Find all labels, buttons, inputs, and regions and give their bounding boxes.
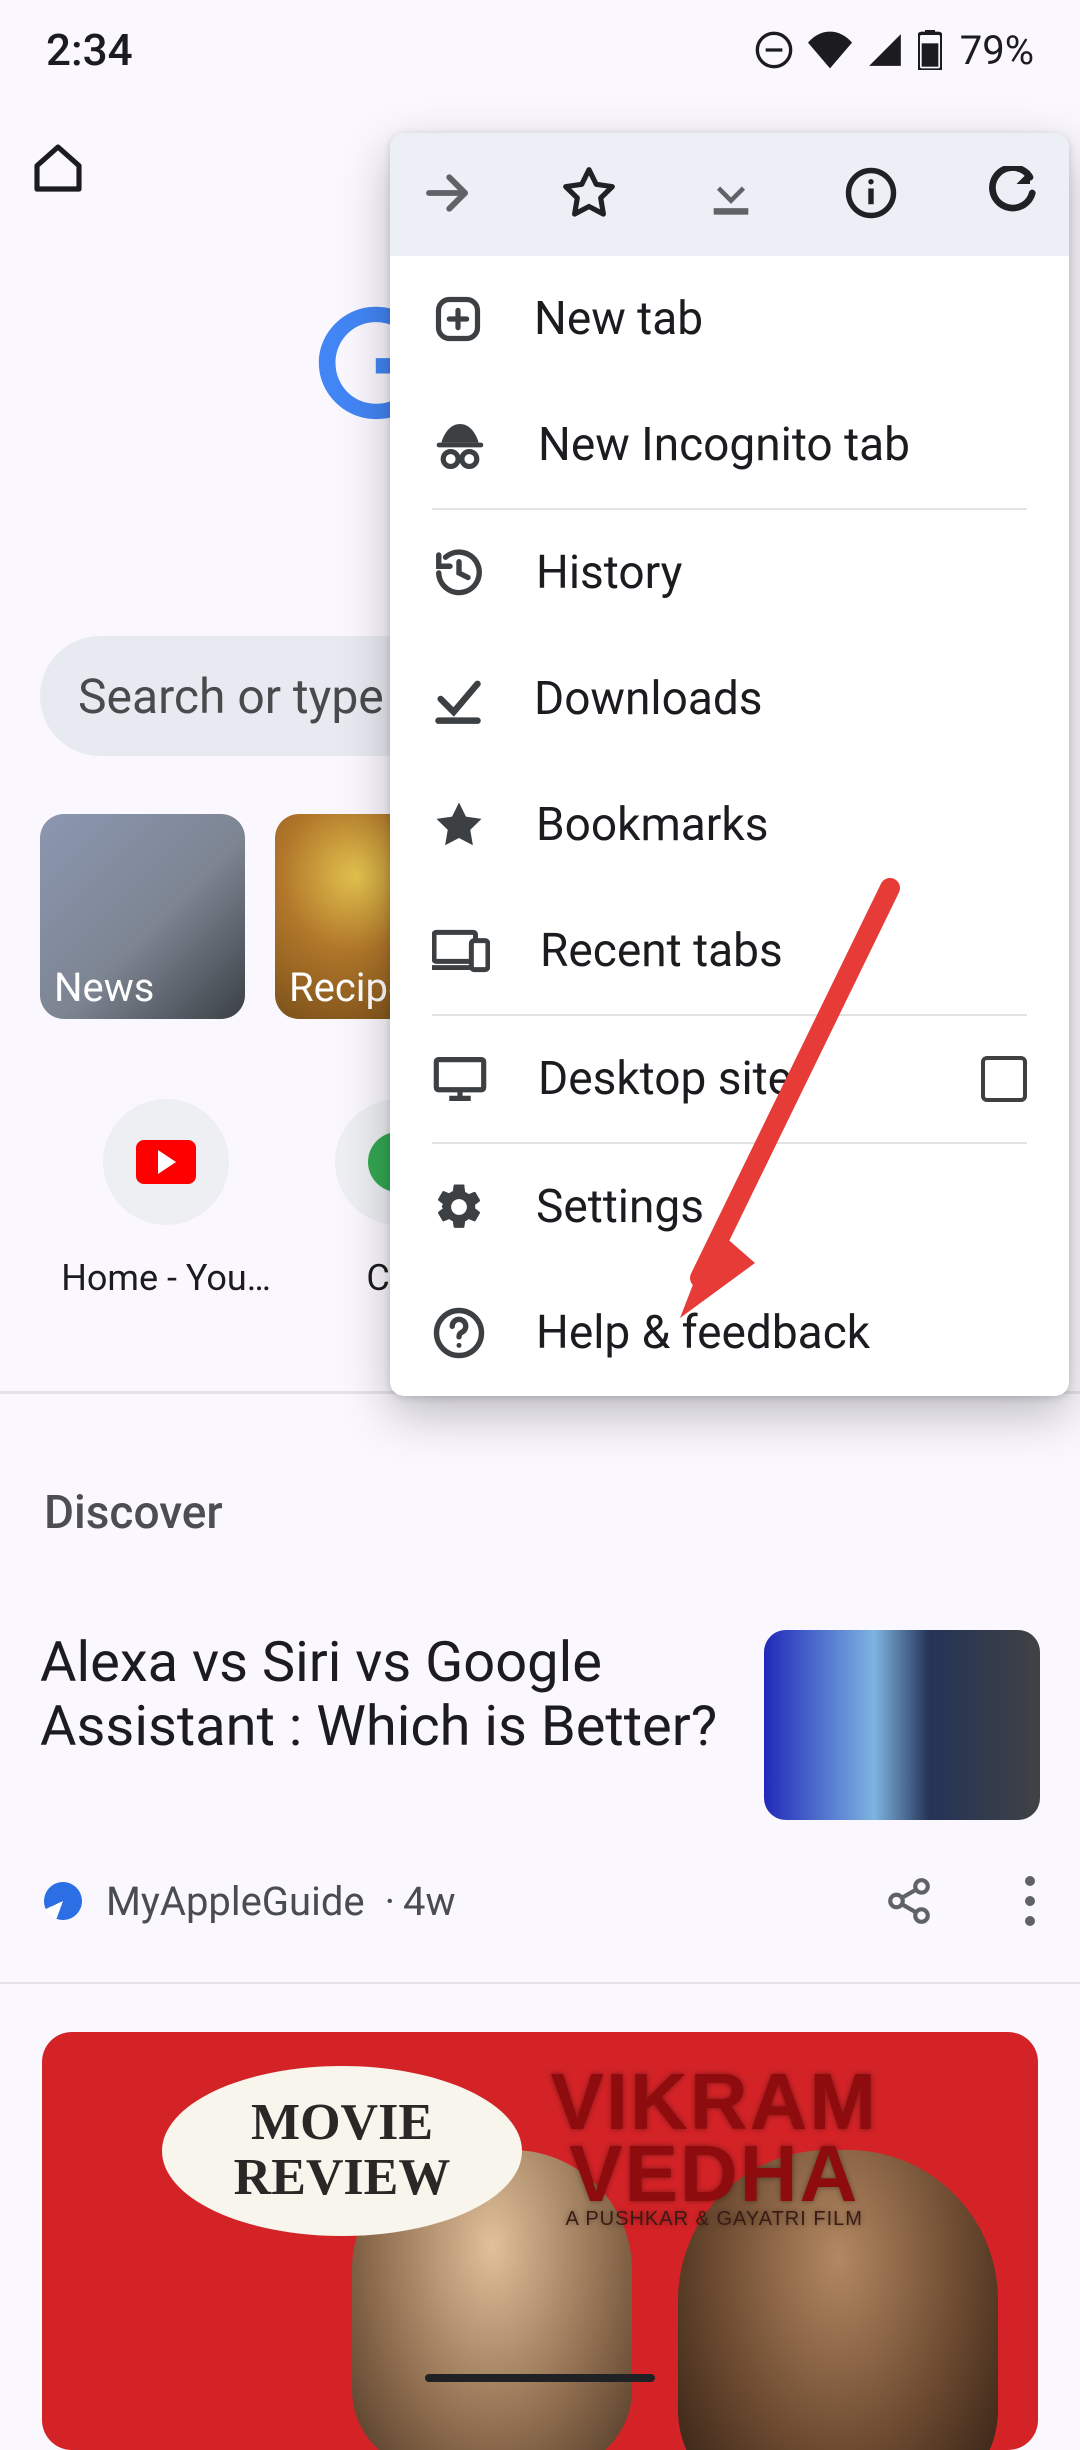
hero-title-line2: VEDHA: [550, 2138, 878, 2210]
overflow-menu: New tab New Incognito tab History Downlo…: [390, 133, 1069, 1396]
menu-label: Help & feedback: [536, 1306, 870, 1360]
gear-icon: [432, 1180, 486, 1234]
shortcut-youtube[interactable]: Home - You…: [50, 1099, 282, 1299]
feed-card[interactable]: Alexa vs Siri vs Google Assistant : Whic…: [40, 1630, 1040, 1820]
menu-desktop-site[interactable]: Desktop site: [390, 1016, 1069, 1142]
forward-icon: [420, 166, 474, 220]
menu-recent-tabs[interactable]: Recent tabs: [390, 888, 1069, 1014]
youtube-icon: [136, 1140, 196, 1184]
menu-label: New Incognito tab: [538, 418, 910, 472]
desktop-icon: [432, 1054, 488, 1104]
do-not-disturb-icon: [754, 30, 794, 70]
menu-label: Settings: [536, 1180, 704, 1234]
devices-icon: [432, 926, 490, 976]
reload-icon: [985, 166, 1039, 220]
battery-percentage: 79%: [960, 27, 1034, 74]
cellular-icon: [866, 31, 904, 69]
menu-downloads[interactable]: Downloads: [390, 636, 1069, 762]
bubble-line2: REVIEW: [234, 2151, 451, 2206]
feed-card-hero[interactable]: MOVIE REVIEW VIKRAM VEDHA A PUSHKAR & GA…: [42, 2032, 1038, 2450]
info-button[interactable]: [844, 166, 898, 224]
desktop-site-checkbox[interactable]: [981, 1056, 1027, 1102]
overflow-iconbar: [390, 133, 1069, 256]
download-button[interactable]: [705, 167, 757, 223]
feed-card-source: MyAppleGuide: [106, 1878, 365, 1925]
hero-bubble: MOVIE REVIEW: [162, 2066, 522, 2236]
bookmark-button[interactable]: [561, 165, 617, 225]
menu-label: History: [536, 546, 682, 600]
wifi-icon: [808, 30, 852, 70]
search-placeholder: Search or type w: [78, 668, 432, 725]
forward-button[interactable]: [420, 166, 474, 224]
hero-subtitle: A PUSHKAR & GAYATRI FILM: [550, 2210, 878, 2228]
hero-title: VIKRAM VEDHA A PUSHKAR & GAYATRI FILM: [550, 2066, 878, 2228]
help-icon: [432, 1306, 486, 1360]
status-bar: 2:34 79%: [0, 0, 1080, 100]
new-tab-icon: [432, 293, 484, 345]
menu-label: Downloads: [534, 672, 763, 726]
check-underline-icon: [432, 673, 484, 725]
share-icon[interactable]: [884, 1876, 934, 1926]
tile-label: News: [54, 964, 154, 1011]
tile-news[interactable]: News: [40, 814, 245, 1019]
shortcut-icon-wrap: [103, 1099, 229, 1225]
incognito-icon: [432, 417, 488, 473]
menu-history[interactable]: History: [390, 510, 1069, 636]
feed-card-title: Alexa vs Siri vs Google Assistant : Whic…: [40, 1630, 724, 1820]
menu-help[interactable]: Help & feedback: [390, 1270, 1069, 1396]
dot-separator: ·: [385, 1878, 395, 1925]
hero-title-line1: VIKRAM: [550, 2066, 878, 2138]
bubble-line1: MOVIE: [251, 2096, 433, 2151]
source-icon: [39, 1877, 88, 1926]
menu-settings[interactable]: Settings: [390, 1144, 1069, 1270]
battery-icon: [918, 30, 942, 70]
menu-bookmarks[interactable]: Bookmarks: [390, 762, 1069, 888]
section-divider: [0, 1982, 1080, 1984]
menu-label: Recent tabs: [540, 924, 783, 978]
feed-card-age: 4w: [403, 1878, 456, 1925]
home-button[interactable]: [30, 140, 86, 196]
menu-label: New tab: [534, 292, 703, 346]
feed-card-meta: MyAppleGuide · 4w: [40, 1876, 1040, 1926]
shortcut-label: Home - You…: [61, 1257, 271, 1299]
history-icon: [432, 546, 486, 600]
more-vert-icon[interactable]: [1024, 1876, 1036, 1926]
status-right: 79%: [754, 27, 1034, 74]
menu-new-tab[interactable]: New tab: [390, 256, 1069, 382]
home-icon: [30, 140, 86, 196]
star-outline-icon: [561, 165, 617, 221]
reload-button[interactable]: [985, 166, 1039, 224]
menu-new-incognito[interactable]: New Incognito tab: [390, 382, 1069, 508]
feed-card-thumb: [764, 1630, 1040, 1820]
info-icon: [844, 166, 898, 220]
discover-section: Discover Alexa vs Siri vs Google Assista…: [0, 1394, 1080, 1926]
status-time: 2:34: [46, 24, 133, 76]
star-fill-icon: [432, 798, 486, 852]
menu-label: Desktop site: [538, 1052, 792, 1106]
menu-label: Bookmarks: [536, 798, 768, 852]
navigation-pill[interactable]: [425, 2374, 655, 2382]
download-icon: [705, 167, 757, 219]
discover-heading: Discover: [40, 1394, 1040, 1540]
